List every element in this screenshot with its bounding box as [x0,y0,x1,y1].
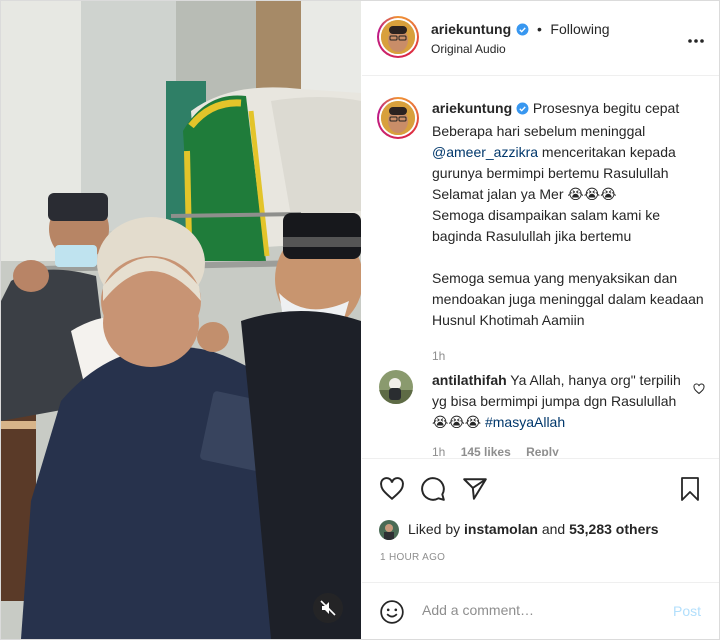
emoji-icon[interactable] [379,599,405,630]
comment-time[interactable]: 1h [432,445,445,456]
verified-badge-icon [516,22,529,42]
post-caption: ariekuntung Prosesnya begitu cepat Beber… [432,98,707,367]
others-count[interactable]: 53,283 others [569,521,659,537]
caption-line: Prosesnya begitu cepat [532,100,680,116]
instagram-post: ariekuntung • Following Original Audio a… [0,0,720,640]
caption-mention-link[interactable]: @ameer_azzikra [432,144,538,160]
audio-label[interactable]: Original Audio [431,42,506,56]
mute-toggle-button[interactable] [313,593,343,623]
verified-badge-icon [516,100,529,121]
liker-avatar[interactable] [379,520,399,540]
post-header: ariekuntung • Following Original Audio [362,1,719,76]
comment-text: antilathifah Ya Allah, hanya org" terpil… [432,370,687,433]
liker-username[interactable]: instamolan [464,521,538,537]
post-time[interactable]: 1 HOUR AGO [380,552,445,563]
caption-line: Beberapa hari sebelum meninggal [432,123,646,139]
post-sidebar: ariekuntung • Following Original Audio a… [362,1,719,639]
comment-hashtag-link[interactable]: #masyaAllah [485,414,565,430]
muted-speaker-icon [320,600,336,616]
caption-username[interactable]: ariekuntung [432,100,512,116]
separator-dot: • [537,21,542,37]
likes-summary: Liked by instamolan and 53,283 others [379,520,659,540]
post-comment-button[interactable]: Post [673,603,701,619]
following-button[interactable]: Following [550,21,609,37]
add-comment-bar: Post [362,582,719,639]
comment-reply-button[interactable]: Reply [526,445,559,456]
comment-like-heart-icon[interactable] [693,382,705,400]
caption-avatar[interactable] [377,97,419,139]
action-bar [362,458,719,519]
comment-icon[interactable] [420,476,446,507]
comment-username[interactable]: antilathifah [432,372,507,388]
liked-by-middle: and [537,521,570,537]
video-frame-illustration [1,1,361,639]
comment-likes[interactable]: 145 likes [461,445,511,456]
bookmark-icon[interactable] [678,476,702,507]
liked-by-prefix: Liked by [408,521,465,537]
comment-meta: 1h 145 likes Reply [432,445,559,456]
comments-section: ariekuntung Prosesnya begitu cepat Beber… [362,76,719,456]
share-icon[interactable] [462,476,488,507]
heart-icon[interactable] [378,476,406,507]
post-video[interactable] [1,1,361,639]
comment-input[interactable] [420,601,654,619]
caption-line: Semoga disampaikan salam kami ke baginda… [432,207,660,244]
caption-line: Semoga semua yang menyaksikan dan mendoa… [432,270,704,328]
caption-time[interactable]: 1h [432,349,445,363]
commenter-avatar[interactable] [379,370,413,404]
header-username[interactable]: ariekuntung [431,21,511,37]
avatar[interactable] [377,16,419,58]
more-options-icon[interactable] [687,31,705,49]
caption-line: Selamat jalan ya Mer 😭😭😭 [432,186,617,202]
